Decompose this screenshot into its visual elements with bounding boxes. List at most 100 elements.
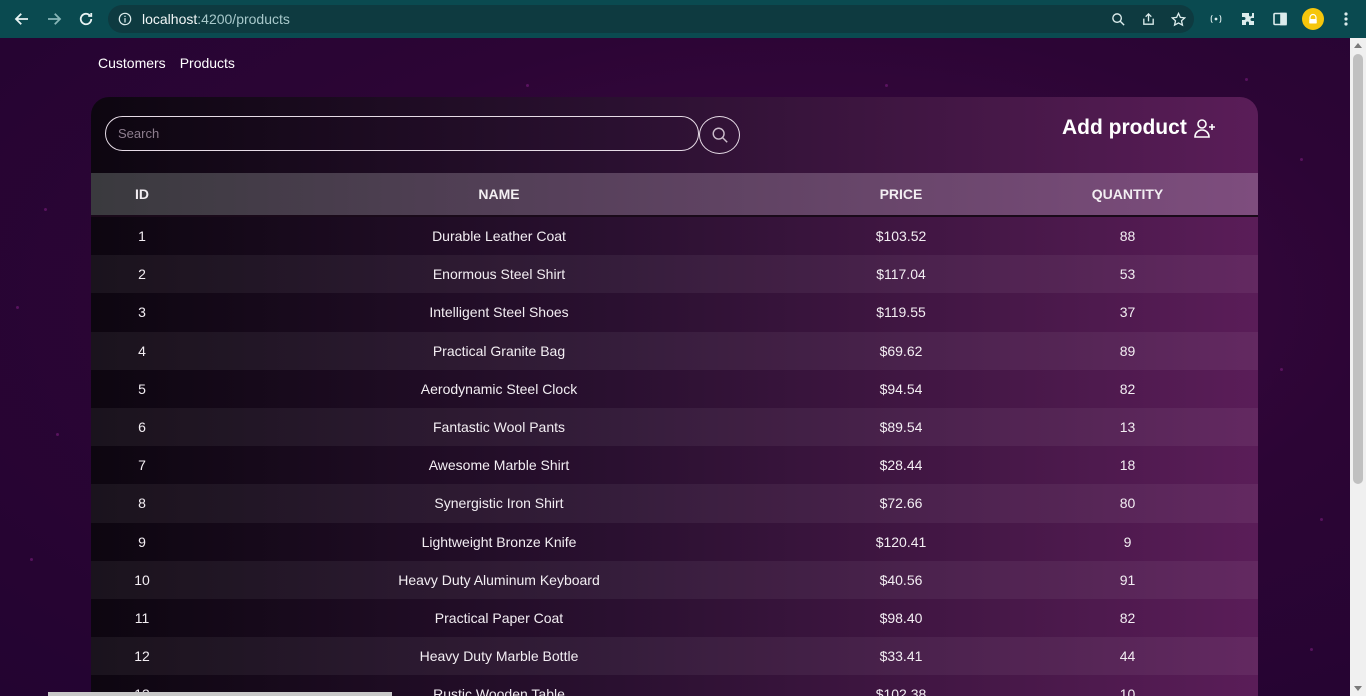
scroll-thumb[interactable] — [1353, 54, 1363, 484]
cell-price: $72.66 — [879, 495, 923, 512]
browser-toolbar: localhost:4200/products — [0, 0, 1366, 38]
cell-quantity: 10 — [1119, 686, 1136, 696]
cell-quantity: 89 — [1119, 342, 1136, 359]
nav-products-link[interactable]: Products — [180, 55, 235, 71]
cell-quantity: 91 — [1119, 571, 1136, 588]
column-header-price[interactable]: PRICE — [805, 186, 997, 202]
table-row[interactable]: 6 Fantastic Wool Pants $89.54 13 — [91, 407, 1258, 447]
forward-arrow-icon[interactable] — [40, 5, 68, 33]
horizontal-scrollbar[interactable] — [48, 692, 392, 696]
cell-id: 6 — [138, 419, 146, 436]
table-row[interactable]: 8 Synergistic Iron Shirt $72.66 80 — [91, 484, 1258, 523]
scroll-up-arrow-icon[interactable] — [1354, 43, 1362, 48]
cell-price: $103.52 — [875, 228, 927, 245]
table-row[interactable]: 3 Intelligent Steel Shoes $119.55 37 — [91, 293, 1258, 331]
cell-id: 7 — [138, 457, 146, 474]
cell-id: 8 — [138, 495, 146, 512]
cell-price: $40.56 — [879, 571, 923, 588]
cell-id: 11 — [134, 609, 150, 626]
table-row[interactable]: 12 Heavy Duty Marble Bottle $33.41 44 — [91, 637, 1258, 676]
nav-customers-link[interactable]: Customers — [98, 55, 166, 71]
cell-quantity: 82 — [1119, 380, 1136, 397]
table-row[interactable]: 7 Awesome Marble Shirt $28.44 18 — [91, 446, 1258, 484]
cell-quantity: 13 — [1119, 419, 1136, 436]
column-header-name[interactable]: NAME — [193, 186, 805, 202]
table-row[interactable]: 5 Aerodynamic Steel Clock $94.54 82 — [91, 370, 1258, 408]
cell-quantity: 44 — [1119, 648, 1136, 665]
cell-price: $33.41 — [879, 648, 923, 665]
bookmark-star-icon[interactable] — [1170, 11, 1186, 27]
cell-name: Intelligent Steel Shoes — [429, 304, 569, 321]
search-button[interactable] — [699, 116, 740, 154]
cell-name: Practical Granite Bag — [432, 342, 566, 359]
cell-price: $119.55 — [876, 304, 926, 321]
table-row[interactable]: 10 Heavy Duty Aluminum Keyboard $40.56 91 — [91, 560, 1258, 599]
cell-quantity: 82 — [1119, 609, 1136, 626]
cell-price: $102.38 — [875, 686, 927, 696]
scroll-down-arrow-icon[interactable] — [1354, 686, 1362, 691]
puzzle-icon[interactable] — [1238, 9, 1258, 29]
cell-price: $120.41 — [875, 533, 927, 550]
cell-id: 3 — [138, 304, 146, 321]
cell-price: $28.44 — [879, 457, 923, 474]
side-panel-icon[interactable] — [1270, 9, 1290, 29]
share-icon[interactable] — [1140, 11, 1156, 27]
cell-name: Heavy Duty Marble Bottle — [419, 648, 579, 665]
search-icon — [712, 127, 728, 143]
cell-quantity: 37 — [1119, 304, 1136, 321]
cell-price: $89.54 — [879, 419, 923, 436]
cell-name: Durable Leather Coat — [432, 228, 566, 245]
url-path: :4200/products — [197, 11, 290, 27]
cell-id: 12 — [134, 648, 150, 665]
cell-name: Heavy Duty Aluminum Keyboard — [398, 571, 600, 588]
cell-price: $69.62 — [879, 342, 923, 359]
column-header-quantity[interactable]: QUANTITY — [997, 186, 1258, 202]
cell-name: Awesome Marble Shirt — [428, 457, 570, 474]
cell-quantity: 18 — [1119, 457, 1136, 474]
url-text: localhost:4200/products — [142, 11, 290, 27]
products-card: Add product ID NAME PRICE QUANTITY 1 Dura… — [91, 97, 1258, 696]
table-row[interactable]: 4 Practical Granite Bag $69.62 89 — [91, 331, 1258, 370]
url-host: localhost — [142, 11, 198, 27]
cell-name: Aerodynamic Steel Clock — [420, 380, 578, 397]
cell-id: 10 — [134, 571, 150, 588]
add-user-icon — [1194, 119, 1215, 138]
cell-quantity: 80 — [1119, 495, 1136, 512]
back-arrow-icon[interactable] — [8, 5, 36, 33]
table-row[interactable]: 11 Practical Paper Coat $98.40 82 — [91, 599, 1258, 637]
extension-icon[interactable] — [1206, 9, 1226, 29]
add-product-label: Add product — [1062, 116, 1187, 139]
cell-quantity: 88 — [1119, 228, 1136, 245]
cell-id: 2 — [138, 266, 146, 283]
profile-avatar-icon[interactable] — [1302, 8, 1324, 30]
add-product-button[interactable]: Add product — [1062, 116, 1217, 140]
cell-id: 4 — [138, 342, 146, 359]
top-nav: Customers Products — [98, 55, 235, 71]
column-header-id[interactable]: ID — [91, 186, 193, 202]
kebab-menu-icon[interactable] — [1336, 9, 1356, 29]
products-table: ID NAME PRICE QUANTITY 1 Durable Leather … — [91, 173, 1258, 696]
cell-name: Lightweight Bronze Knife — [421, 533, 577, 550]
cell-name: Synergistic Iron Shirt — [434, 495, 564, 512]
cell-price: $117.04 — [876, 266, 926, 283]
table-header-row: ID NAME PRICE QUANTITY — [91, 173, 1258, 217]
table-row[interactable]: 2 Enormous Steel Shirt $117.04 53 — [91, 255, 1258, 294]
cell-quantity: 53 — [1119, 266, 1136, 283]
vertical-scrollbar[interactable] — [1350, 38, 1366, 696]
address-bar[interactable]: localhost:4200/products — [108, 5, 1194, 33]
table-row[interactable]: 9 Lightweight Bronze Knife $120.41 9 — [91, 523, 1258, 561]
reload-icon[interactable] — [72, 5, 100, 33]
table-body: 1 Durable Leather Coat $103.52 88 2 Enormous … — [91, 217, 1258, 696]
cell-quantity: 9 — [1123, 533, 1132, 550]
search-input[interactable] — [105, 116, 699, 151]
cell-price: $98.40 — [879, 609, 923, 626]
page-background: Customers Products Add product ID NAME P… — [0, 38, 1350, 696]
table-row[interactable]: 1 Durable Leather Coat $103.52 88 — [91, 217, 1258, 255]
cell-name: Fantastic Wool Pants — [432, 419, 566, 436]
cell-name: Enormous Steel Shirt — [432, 266, 566, 283]
cell-name: Practical Paper Coat — [434, 609, 564, 626]
cell-price: $94.54 — [879, 380, 923, 397]
zoom-icon[interactable] — [1110, 11, 1126, 27]
cell-id: 5 — [138, 380, 146, 397]
info-icon[interactable] — [118, 12, 132, 26]
